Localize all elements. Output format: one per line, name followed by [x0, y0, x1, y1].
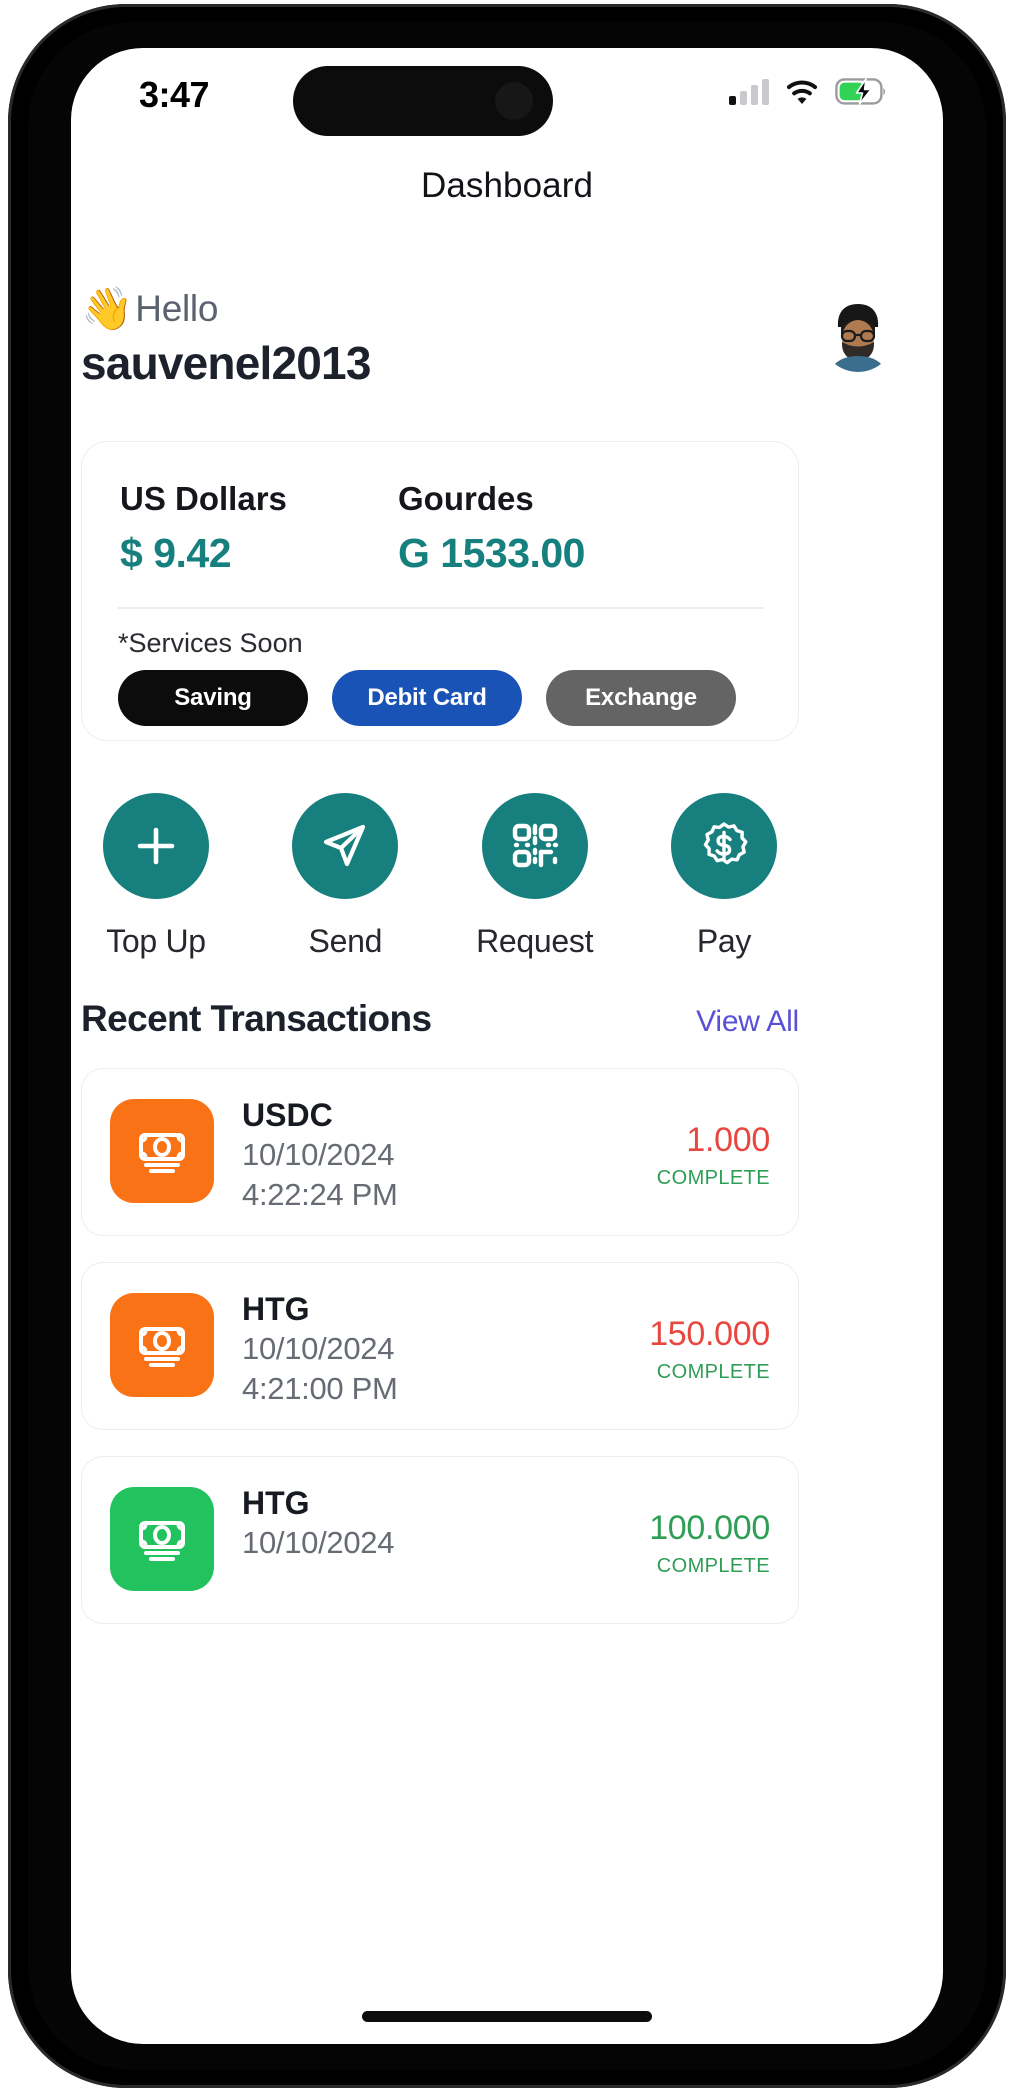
status-badge: COMPLETE	[656, 1167, 770, 1189]
gourdes-label: Gourdes	[398, 480, 534, 517]
plus-icon	[137, 827, 175, 865]
avatar-illustration	[821, 298, 895, 372]
status-bar: 3:47	[71, 48, 943, 144]
transaction-icon-wrapper	[110, 1293, 214, 1397]
dynamic-island	[293, 66, 553, 136]
usd-amount: $ 9.42	[120, 530, 232, 576]
hello-row: 👋 Hello	[81, 288, 218, 330]
greeting-block: 👋 Hello sauvenel2013	[81, 288, 943, 418]
banknote-icon	[139, 1521, 185, 1561]
table-row[interactable]: HTG 10/10/2024 4:21:00 PM 150.000 COMPLE…	[81, 1262, 799, 1430]
transaction-time: 4:22:24 PM	[242, 1177, 398, 1212]
battery-charging-icon	[835, 78, 886, 105]
transaction-icon-wrapper	[110, 1487, 214, 1591]
saving-button[interactable]: Saving	[118, 670, 308, 726]
recent-transactions-header: Recent Transactions View All	[81, 998, 799, 1040]
quick-actions-row: Top Up Send Request Pay	[81, 793, 799, 960]
dollar-badge-icon	[703, 822, 748, 865]
send-circle	[292, 793, 399, 899]
exchange-button[interactable]: Exchange	[546, 670, 736, 726]
status-badge: COMPLETE	[656, 1361, 770, 1383]
home-indicator[interactable]	[362, 2011, 652, 2022]
gourdes-amount: G 1533.00	[398, 530, 586, 576]
balance-card: US Dollars $ 9.42 Gourdes G 1533.00 *Ser…	[81, 441, 799, 741]
status-bar-icons	[729, 78, 887, 105]
phone-screen: 3:47 Dashboard 👋 Hello sauvenel2013 US D…	[71, 48, 943, 2044]
table-row[interactable]: USDC 10/10/2024 4:22:24 PM 1.000 COMPLET…	[81, 1068, 799, 1236]
table-row[interactable]: HTG 10/10/2024 100.000 COMPLETE	[81, 1456, 799, 1624]
transaction-amount: 1.000	[686, 1121, 770, 1159]
quick-action-request[interactable]: Request	[460, 793, 610, 960]
debit-card-button[interactable]: Debit Card	[332, 670, 522, 726]
paper-plane-icon	[324, 824, 366, 867]
status-bar-time: 3:47	[139, 74, 210, 115]
transaction-time: 4:21:00 PM	[242, 1371, 398, 1406]
hello-label: Hello	[135, 288, 219, 329]
pay-circle	[670, 793, 777, 899]
request-circle	[481, 793, 588, 899]
banknote-icon	[139, 1133, 185, 1173]
front-camera-icon	[495, 82, 533, 120]
recent-transactions-title: Recent Transactions	[81, 998, 432, 1039]
top-up-circle	[103, 793, 209, 899]
page-title: Dashboard	[420, 166, 594, 205]
send-label: Send	[308, 923, 383, 959]
transaction-date: 10/10/2024	[242, 1137, 395, 1172]
services-soon-note: *Services Soon	[118, 628, 303, 658]
phone-device-frame: 3:47 Dashboard 👋 Hello sauvenel2013 US D…	[8, 4, 1006, 2088]
transaction-date: 10/10/2024	[242, 1331, 395, 1366]
service-buttons-row: Saving Debit Card Exchange	[118, 670, 736, 726]
wifi-icon	[786, 80, 818, 104]
waving-hand-icon: 👋	[81, 285, 134, 332]
transaction-amount: 100.000	[649, 1509, 770, 1547]
top-up-label: Top Up	[106, 923, 206, 959]
transaction-amount: 150.000	[649, 1315, 770, 1353]
cellular-signal-icon	[729, 79, 769, 105]
username-label: sauvenel2013	[81, 337, 371, 389]
card-divider	[118, 607, 764, 609]
view-all-link[interactable]: View All	[696, 1005, 799, 1039]
usd-label: US Dollars	[120, 480, 287, 517]
qr-code-icon	[512, 823, 558, 868]
transaction-ticker: HTG	[242, 1291, 310, 1327]
banknote-icon	[139, 1327, 185, 1367]
transaction-ticker: USDC	[242, 1097, 333, 1133]
request-label: Request	[476, 923, 594, 959]
transaction-ticker: HTG	[242, 1485, 310, 1521]
avatar[interactable]	[821, 298, 895, 372]
quick-action-send[interactable]: Send	[270, 793, 420, 960]
quick-action-pay[interactable]: Pay	[649, 793, 799, 960]
transaction-date: 10/10/2024	[242, 1525, 395, 1560]
transaction-list: USDC 10/10/2024 4:22:24 PM 1.000 COMPLET…	[81, 1068, 799, 1650]
transaction-icon-wrapper	[110, 1099, 214, 1203]
pay-label: Pay	[696, 923, 752, 959]
status-badge: COMPLETE	[656, 1555, 770, 1577]
quick-action-top-up[interactable]: Top Up	[81, 793, 231, 960]
